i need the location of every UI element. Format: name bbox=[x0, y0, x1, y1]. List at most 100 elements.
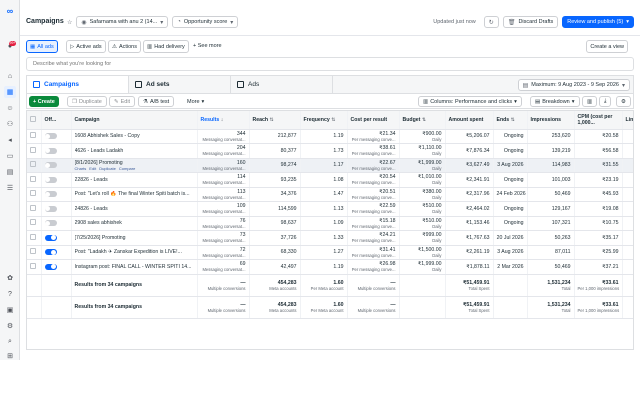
billing-icon[interactable]: ▭ bbox=[4, 150, 16, 162]
row-checkbox[interactable] bbox=[27, 187, 42, 202]
delivery-toggle[interactable] bbox=[44, 133, 57, 140]
row-toggle[interactable] bbox=[41, 201, 72, 217]
campaign-name[interactable]: 1608 Abhishek Sales - Copy bbox=[75, 133, 194, 139]
row-toggle[interactable] bbox=[41, 129, 72, 144]
budget-cell[interactable]: ₹1,999.00 Daily bbox=[399, 259, 446, 275]
table-row[interactable]: Instagram post: FINAL CALL - WINTER SPIT… bbox=[27, 259, 633, 275]
row-checkbox[interactable] bbox=[27, 259, 42, 275]
favorite-star-icon[interactable]: ☆ bbox=[67, 16, 73, 28]
campaign-cell[interactable]: [7/25/2026] Promoting bbox=[71, 230, 198, 246]
create-view-button[interactable]: Create a view bbox=[586, 40, 628, 53]
budget-cell[interactable]: ₹510.00 Daily bbox=[399, 216, 446, 231]
table-row[interactable]: Post: "Let's roll 🔥 The final Winter Spi… bbox=[27, 187, 633, 202]
header-budget[interactable]: Budget ⇅ bbox=[399, 111, 446, 130]
row-checkbox[interactable] bbox=[27, 143, 42, 159]
delivery-toggle[interactable] bbox=[44, 162, 57, 169]
settings-button[interactable]: ⚙ bbox=[616, 96, 631, 107]
grid-icon[interactable]: ⊞ bbox=[4, 350, 16, 362]
table-row[interactable]: 1608 Abhishek Sales - Copy 344 Messaging c… bbox=[27, 129, 633, 144]
columns-selector[interactable]: ▥ Columns: Performance and clicks ▾ bbox=[418, 96, 522, 107]
header-impressions[interactable]: Impressions bbox=[527, 111, 575, 130]
search-icon[interactable]: ⌕ bbox=[4, 336, 16, 348]
tab-ads[interactable]: Ads bbox=[231, 76, 333, 93]
row-duplicate-link[interactable]: Duplicate bbox=[99, 166, 116, 171]
meta-ai-icon[interactable]: ✿ bbox=[4, 272, 16, 284]
delivery-toggle[interactable] bbox=[44, 176, 57, 183]
row-toggle[interactable] bbox=[41, 230, 72, 246]
delivery-toggle[interactable] bbox=[44, 205, 57, 212]
tab-campaigns[interactable]: Campaigns bbox=[27, 76, 129, 93]
row-checkbox[interactable] bbox=[27, 245, 42, 260]
delivery-toggle[interactable] bbox=[44, 234, 57, 241]
menu-icon[interactable]: ☰ bbox=[4, 182, 16, 194]
select-all-checkbox[interactable] bbox=[27, 111, 42, 130]
export-button[interactable]: ⤓ bbox=[599, 96, 612, 107]
megaphone-icon[interactable]: ◂ bbox=[4, 134, 16, 146]
folder-icon[interactable]: ▤ bbox=[4, 166, 16, 178]
header-results[interactable]: Results ↓ bbox=[197, 111, 250, 130]
campaign-cell[interactable]: Post: "Ladakh ✈ Zanskar Expedition is LI… bbox=[71, 245, 198, 260]
search-input[interactable] bbox=[27, 58, 633, 70]
campaign-name[interactable]: Instagram post: FINAL CALL - WINTER SPIT… bbox=[75, 264, 194, 270]
row-compare-link[interactable]: Compare bbox=[119, 166, 135, 171]
audience-icon[interactable]: ⚇ bbox=[4, 118, 16, 130]
opportunity-score-button[interactable]: ◔ Opportunity score ▾ bbox=[172, 16, 239, 28]
row-checkbox[interactable] bbox=[27, 216, 42, 231]
row-toggle[interactable] bbox=[41, 143, 72, 159]
create-button[interactable]: + Create bbox=[29, 96, 59, 107]
campaign-cell[interactable]: Post: "Let's roll 🔥 The final Winter Spi… bbox=[71, 187, 198, 202]
row-toggle[interactable] bbox=[41, 187, 72, 202]
row-checkbox[interactable] bbox=[27, 172, 42, 188]
chart-view-button[interactable]: ▥ bbox=[582, 96, 598, 107]
table-row[interactable]: [8/1/2026] Promoting Charts Edit Duplicate C… bbox=[27, 158, 633, 173]
budget-cell[interactable]: ₹1,110.00 Daily bbox=[399, 143, 446, 159]
duplicate-button[interactable]: ❐ Duplicate bbox=[67, 96, 107, 107]
row-checkbox[interactable] bbox=[27, 230, 42, 246]
table-row[interactable]: 22826 - Leads 114 Messaging conversat... 93… bbox=[27, 172, 633, 188]
table-row[interactable]: Post: "Ladakh ✈ Zanskar Expedition is LI… bbox=[27, 245, 633, 260]
filter-actions[interactable]: ⚠ Actions bbox=[108, 40, 141, 53]
header-off-on[interactable]: Off... bbox=[41, 111, 72, 130]
filter-active-ads[interactable]: ▷ Active ads bbox=[66, 40, 106, 53]
budget-cell[interactable]: ₹510.00 Daily bbox=[399, 201, 446, 217]
campaign-cell[interactable]: 22826 - Leads bbox=[71, 172, 198, 188]
campaign-cell[interactable]: 2908 sales abhishek bbox=[71, 216, 198, 231]
table-row[interactable]: 4626 - Leads Ladakh 204 Messaging conversa… bbox=[27, 143, 633, 159]
row-checkbox[interactable] bbox=[27, 158, 42, 173]
row-edit-link[interactable]: Edit bbox=[89, 166, 96, 171]
table-row[interactable]: 24826 - Leads 109 Messaging conversat... 11… bbox=[27, 201, 633, 217]
row-toggle[interactable] bbox=[41, 158, 72, 173]
filter-had-delivery[interactable]: ▥ Had delivery bbox=[143, 40, 189, 53]
campaign-cell[interactable]: [8/1/2026] Promoting Charts Edit Duplicate C… bbox=[71, 158, 198, 173]
campaign-cell[interactable]: Instagram post: FINAL CALL - WINTER SPIT… bbox=[71, 259, 198, 275]
budget-cell[interactable]: ₹1,500.00 Daily bbox=[399, 245, 446, 260]
more-button[interactable]: More ▾ bbox=[183, 96, 208, 107]
campaign-name[interactable]: 24826 - Leads bbox=[75, 206, 194, 212]
delivery-toggle[interactable] bbox=[44, 191, 57, 198]
account-selector[interactable]: ◉ Safarnama with anu 2 (14... ▾ bbox=[76, 16, 169, 28]
row-toggle[interactable] bbox=[41, 216, 72, 231]
delivery-toggle[interactable] bbox=[44, 147, 57, 154]
meta-logo-icon[interactable]: ∞ bbox=[3, 6, 17, 16]
budget-cell[interactable]: ₹1,999.00 Daily bbox=[399, 158, 446, 173]
report-icon[interactable]: ▣ bbox=[4, 304, 16, 316]
budget-cell[interactable]: ₹900.00 Daily bbox=[399, 129, 446, 144]
discard-drafts-button[interactable]: 🗑 Discard Drafts bbox=[502, 16, 559, 28]
row-toggle[interactable] bbox=[41, 172, 72, 188]
header-reach[interactable]: Reach ⇅ bbox=[249, 111, 301, 130]
help-icon[interactable]: ? bbox=[4, 288, 16, 300]
budget-cell[interactable]: ₹380.00 Daily bbox=[399, 187, 446, 202]
delivery-toggle[interactable] bbox=[44, 220, 57, 227]
campaign-cell[interactable]: 1608 Abhishek Sales - Copy bbox=[71, 129, 198, 144]
review-publish-button[interactable]: Review and publish (5) ▾ bbox=[562, 16, 634, 28]
header-campaign[interactable]: Campaign bbox=[71, 111, 198, 130]
header-ends[interactable]: Ends ⇅ bbox=[493, 111, 528, 130]
edit-button[interactable]: ✎ Edit bbox=[109, 96, 136, 107]
campaigns-icon[interactable]: ▦ bbox=[4, 86, 16, 98]
campaign-cell[interactable]: 24826 - Leads bbox=[71, 201, 198, 217]
table-row[interactable]: 2908 sales abhishek 76 Messaging conversat… bbox=[27, 216, 633, 231]
header-frequency[interactable]: Frequency ⇅ bbox=[300, 111, 348, 130]
campaign-name[interactable]: Post: "Let's roll 🔥 The final Winter Spi… bbox=[75, 191, 194, 197]
filter-all-ads[interactable]: ▦ All ads bbox=[26, 40, 58, 53]
header-links[interactable]: Lin bbox=[622, 111, 633, 130]
